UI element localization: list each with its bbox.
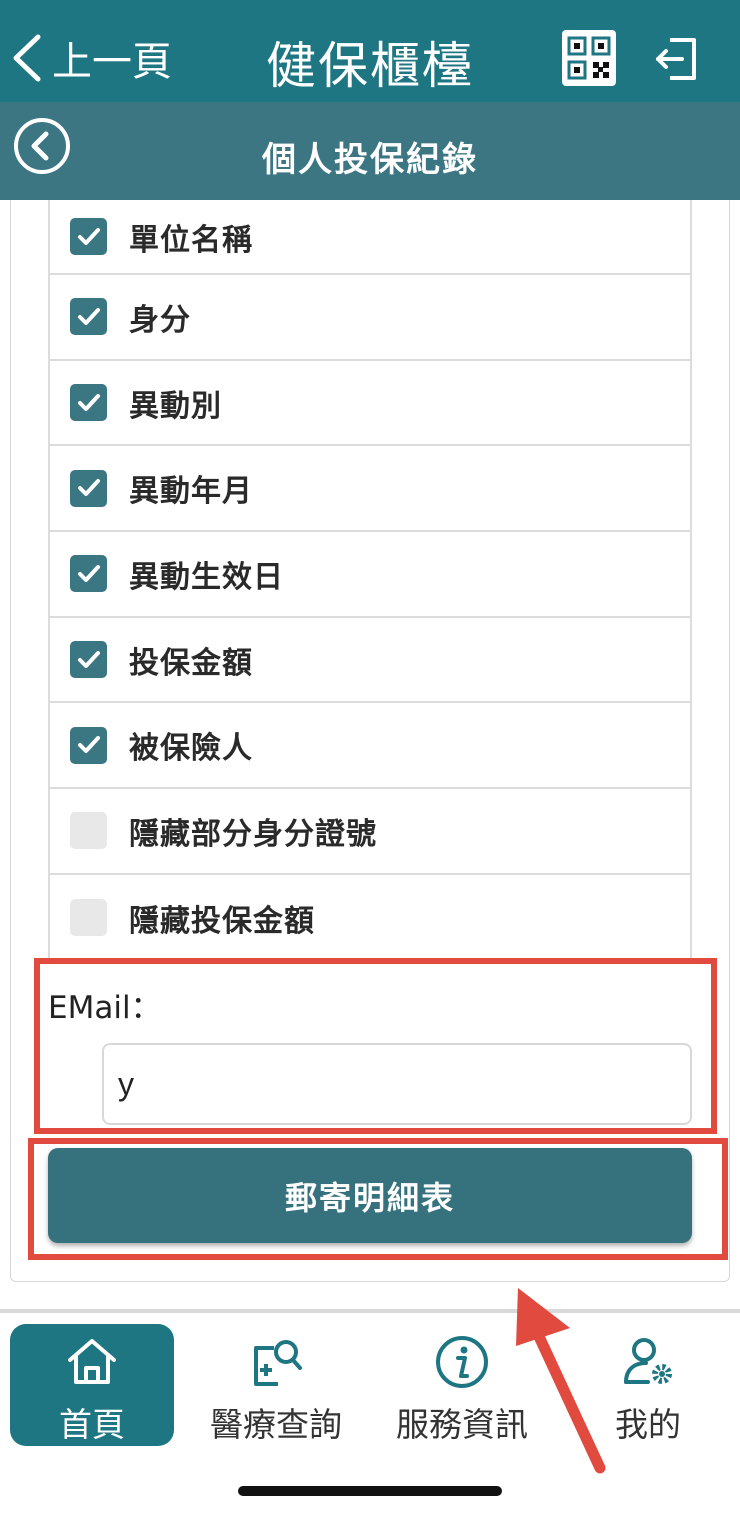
user-settings-icon: [624, 1338, 672, 1384]
circle-back-icon[interactable]: [12, 116, 72, 176]
checkbox-checked[interactable]: [70, 384, 107, 422]
info-icon: [436, 1336, 488, 1388]
option-row[interactable]: 投保金額: [50, 618, 690, 704]
logout-icon[interactable]: [654, 36, 700, 82]
chevron-left-icon: [13, 34, 41, 82]
nav-medical-search-label: 醫療查詢: [210, 1405, 342, 1444]
button-highlight-box: [28, 1138, 728, 1260]
checkmark-icon: [77, 564, 100, 582]
home-indicator: [238, 1486, 502, 1496]
checkbox-checked[interactable]: [70, 469, 107, 507]
option-row[interactable]: 異動年月: [50, 446, 690, 533]
checkbox-unchecked[interactable]: [70, 899, 107, 937]
option-label: 投保金額: [129, 645, 253, 681]
checkbox-checked[interactable]: [70, 641, 107, 679]
option-label: 單位名稱: [129, 222, 253, 258]
option-label: 異動生效日: [129, 559, 284, 595]
checkbox-unchecked[interactable]: [70, 812, 107, 850]
checkmark-icon: [77, 227, 100, 245]
back-label: 上一頁: [52, 39, 172, 85]
option-label: 身分: [129, 302, 191, 338]
option-row[interactable]: 異動別: [50, 361, 690, 447]
checkmark-icon: [77, 393, 100, 411]
checkbox-checked[interactable]: [70, 555, 107, 593]
nav-medical-search[interactable]: 醫療查詢: [194, 1324, 358, 1446]
nav-my[interactable]: 我的: [566, 1324, 730, 1446]
checkbox-checked[interactable]: [70, 726, 107, 764]
nav-home[interactable]: 首頁: [10, 1324, 174, 1446]
option-row[interactable]: 隱藏部分身分證號: [50, 789, 690, 875]
top-header: 上一頁 健保櫃檯: [0, 0, 740, 102]
checkmark-icon: [77, 307, 100, 325]
checkmark-icon: [77, 650, 100, 668]
option-row[interactable]: 單位名稱: [50, 200, 690, 275]
checkmark-icon: [77, 736, 100, 754]
page-title: 個人投保紀錄: [262, 140, 478, 180]
option-row[interactable]: 異動生效日: [50, 532, 690, 618]
option-label: 隱藏部分身分證號: [129, 816, 377, 852]
nav-service-info[interactable]: 服務資訊: [380, 1324, 544, 1446]
nav-divider: [0, 1309, 740, 1313]
nav-service-info-label: 服務資訊: [396, 1405, 528, 1444]
option-label: 異動年月: [129, 474, 253, 510]
qr-code-button[interactable]: [562, 30, 616, 86]
option-row[interactable]: 身分: [50, 275, 690, 361]
email-highlight-box: [34, 958, 717, 1134]
back-button[interactable]: 上一頁: [10, 28, 172, 88]
option-label: 隱藏投保金額: [129, 903, 315, 939]
nav-home-label: 首頁: [59, 1405, 125, 1444]
home-icon: [68, 1339, 116, 1384]
option-label: 異動別: [129, 388, 222, 424]
medical-search-icon: [254, 1340, 302, 1386]
option-row[interactable]: 被保險人: [50, 703, 690, 790]
sub-header: 個人投保紀錄: [0, 102, 740, 200]
checkbox-checked[interactable]: [70, 218, 107, 255]
option-label: 被保險人: [129, 731, 253, 767]
option-row[interactable]: 隱藏投保金額: [50, 875, 690, 961]
field-options-list: 單位名稱身分異動別異動年月異動生效日投保金額被保險人隱藏部分身分證號 隱藏投保金額: [48, 200, 692, 961]
nav-my-label: 我的: [615, 1405, 681, 1444]
qr-code-icon: [567, 36, 611, 80]
checkmark-icon: [77, 479, 100, 497]
checkbox-checked[interactable]: [70, 298, 107, 336]
